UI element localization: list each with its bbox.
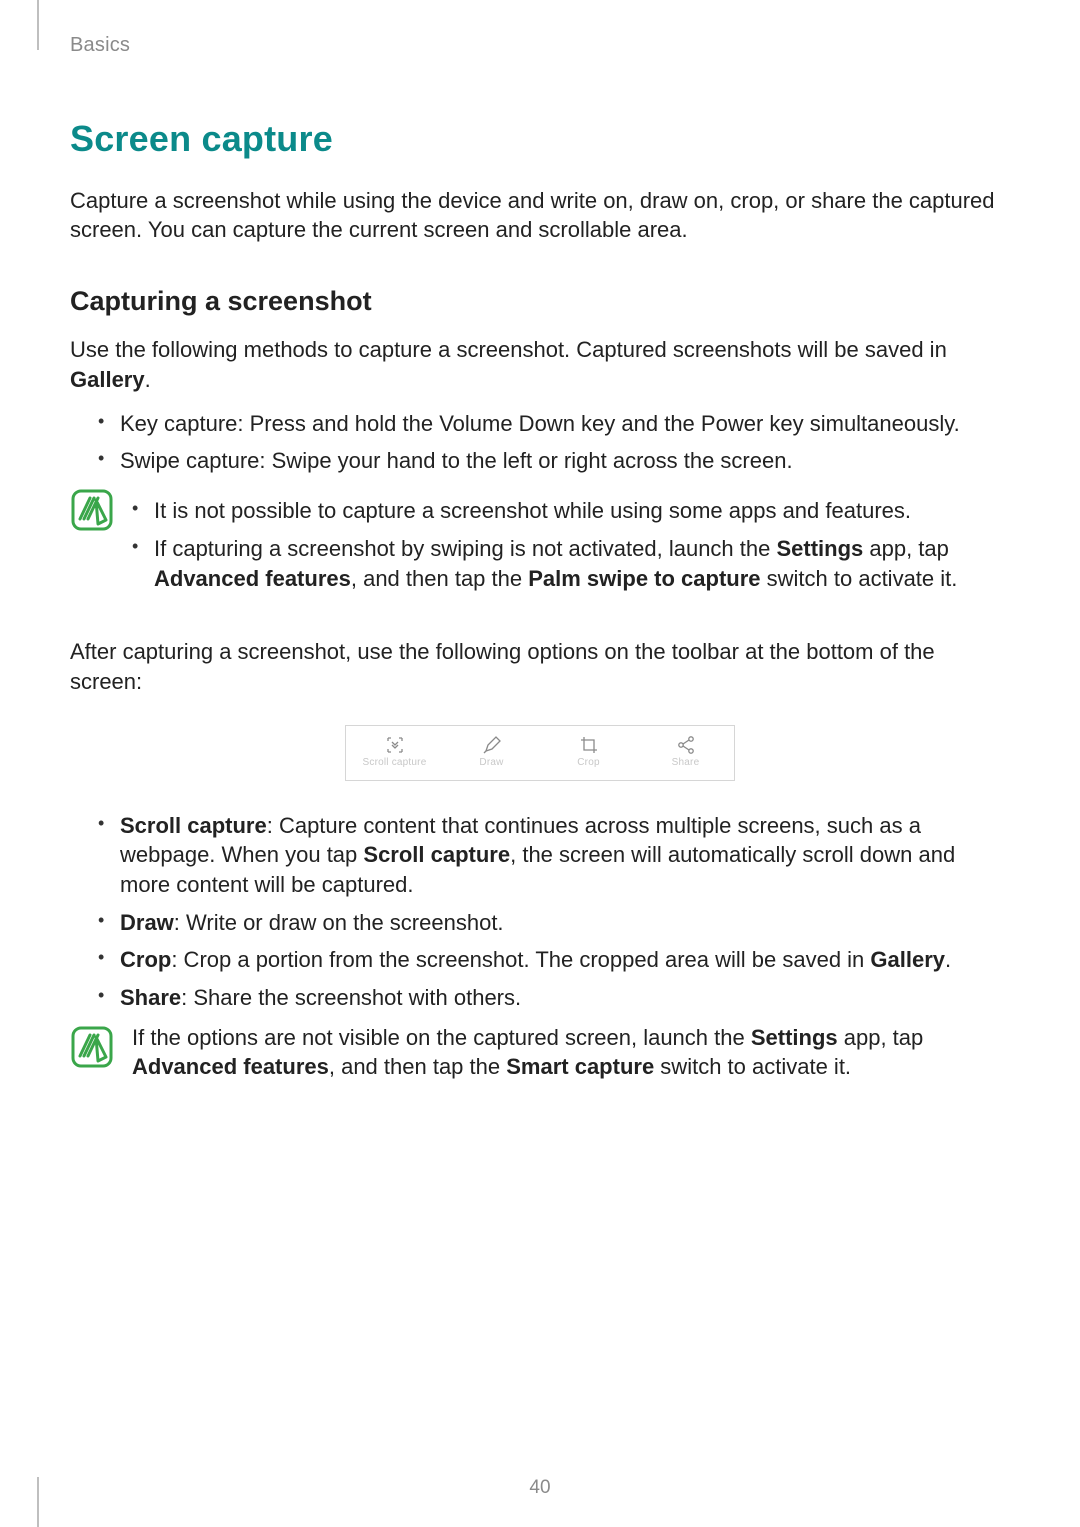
list-item: Share: Share the screenshot with others. <box>98 983 1010 1013</box>
note-body: It is not possible to capture a screensh… <box>132 486 1010 601</box>
list-item: Scroll capture: Capture content that con… <box>98 811 1010 900</box>
note1-b2-post: switch to activate it. <box>761 566 958 591</box>
intro2-paragraph: Use the following methods to capture a s… <box>70 335 1010 394</box>
advanced-features-bold: Advanced features <box>154 566 351 591</box>
options-list: Scroll capture: Capture content that con… <box>98 811 1010 1013</box>
share-rest: : Share the screenshot with others. <box>181 985 521 1010</box>
document-page: Basics Screen capture Capture a screensh… <box>0 0 1080 1094</box>
toolbar-figure: Scroll capture Draw Crop <box>70 725 1010 781</box>
toolbar-label: Crop <box>577 756 599 770</box>
screenshot-toolbar: Scroll capture Draw Crop <box>345 725 735 781</box>
note2-mid2: , and then tap the <box>329 1054 506 1079</box>
intro-paragraph: Capture a screenshot while using the dev… <box>70 186 1010 245</box>
note-block-1: It is not possible to capture a screensh… <box>70 486 1010 601</box>
note1-b2-mid2: , and then tap the <box>351 566 528 591</box>
palm-swipe-bold: Palm swipe to capture <box>528 566 760 591</box>
list-item: Key capture: Press and hold the Volume D… <box>98 409 1010 439</box>
list-item: Crop: Crop a portion from the screenshot… <box>98 945 1010 975</box>
toolbar-item-scroll-capture: Scroll capture <box>346 726 443 780</box>
note-body: If the options are not visible on the ca… <box>132 1023 1010 1094</box>
scroll-capture-bold-mid: Scroll capture <box>363 842 510 867</box>
crop-post: . <box>945 947 951 972</box>
list-item: Draw: Write or draw on the screenshot. <box>98 908 1010 938</box>
list-item: If capturing a screenshot by swiping is … <box>132 534 1010 593</box>
settings-bold: Settings <box>751 1025 838 1050</box>
scroll-capture-title: Scroll capture <box>120 813 267 838</box>
gallery-bold: Gallery <box>70 367 145 392</box>
subsection-heading: Capturing a screenshot <box>70 283 1010 319</box>
method-list: Key capture: Press and hold the Volume D… <box>98 409 1010 476</box>
page-number: 40 <box>0 1475 1080 1501</box>
list-item: It is not possible to capture a screensh… <box>132 496 1010 526</box>
draw-rest: : Write or draw on the screenshot. <box>174 910 504 935</box>
note1-b2-mid: app, tap <box>863 536 949 561</box>
after-capture-paragraph: After capturing a screenshot, use the fo… <box>70 637 1010 696</box>
note-block-2: If the options are not visible on the ca… <box>70 1023 1010 1094</box>
section-heading: Screen capture <box>70 115 1010 164</box>
advanced-features-bold: Advanced features <box>132 1054 329 1079</box>
toolbar-item-crop: Crop <box>540 726 637 780</box>
toolbar-label: Share <box>672 756 700 770</box>
side-mark-top <box>37 0 39 50</box>
settings-bold: Settings <box>776 536 863 561</box>
toolbar-label: Scroll capture <box>363 756 427 770</box>
toolbar-item-share: Share <box>637 726 734 780</box>
note2-pre: If the options are not visible on the ca… <box>132 1025 751 1050</box>
share-title: Share <box>120 985 181 1010</box>
note2-mid: app, tap <box>838 1025 924 1050</box>
list-item: Swipe capture: Swipe your hand to the le… <box>98 446 1010 476</box>
smart-capture-bold: Smart capture <box>506 1054 654 1079</box>
crop-title: Crop <box>120 947 171 972</box>
draw-title: Draw <box>120 910 174 935</box>
note2-paragraph: If the options are not visible on the ca… <box>132 1023 1010 1082</box>
crop-gallery-bold: Gallery <box>870 947 945 972</box>
share-icon <box>676 735 696 755</box>
note2-post: switch to activate it. <box>654 1054 851 1079</box>
draw-icon <box>482 735 502 755</box>
crop-pre: : Crop a portion from the screenshot. Th… <box>171 947 870 972</box>
scroll-capture-icon <box>385 735 405 755</box>
intro2-post: . <box>145 367 151 392</box>
note-icon <box>70 1025 114 1069</box>
running-head: Basics <box>70 32 1010 59</box>
crop-icon <box>579 735 599 755</box>
note1-b2-pre: If capturing a screenshot by swiping is … <box>154 536 776 561</box>
intro2-pre: Use the following methods to capture a s… <box>70 337 947 362</box>
note-icon <box>70 488 114 532</box>
toolbar-label: Draw <box>479 756 503 770</box>
toolbar-item-draw: Draw <box>443 726 540 780</box>
